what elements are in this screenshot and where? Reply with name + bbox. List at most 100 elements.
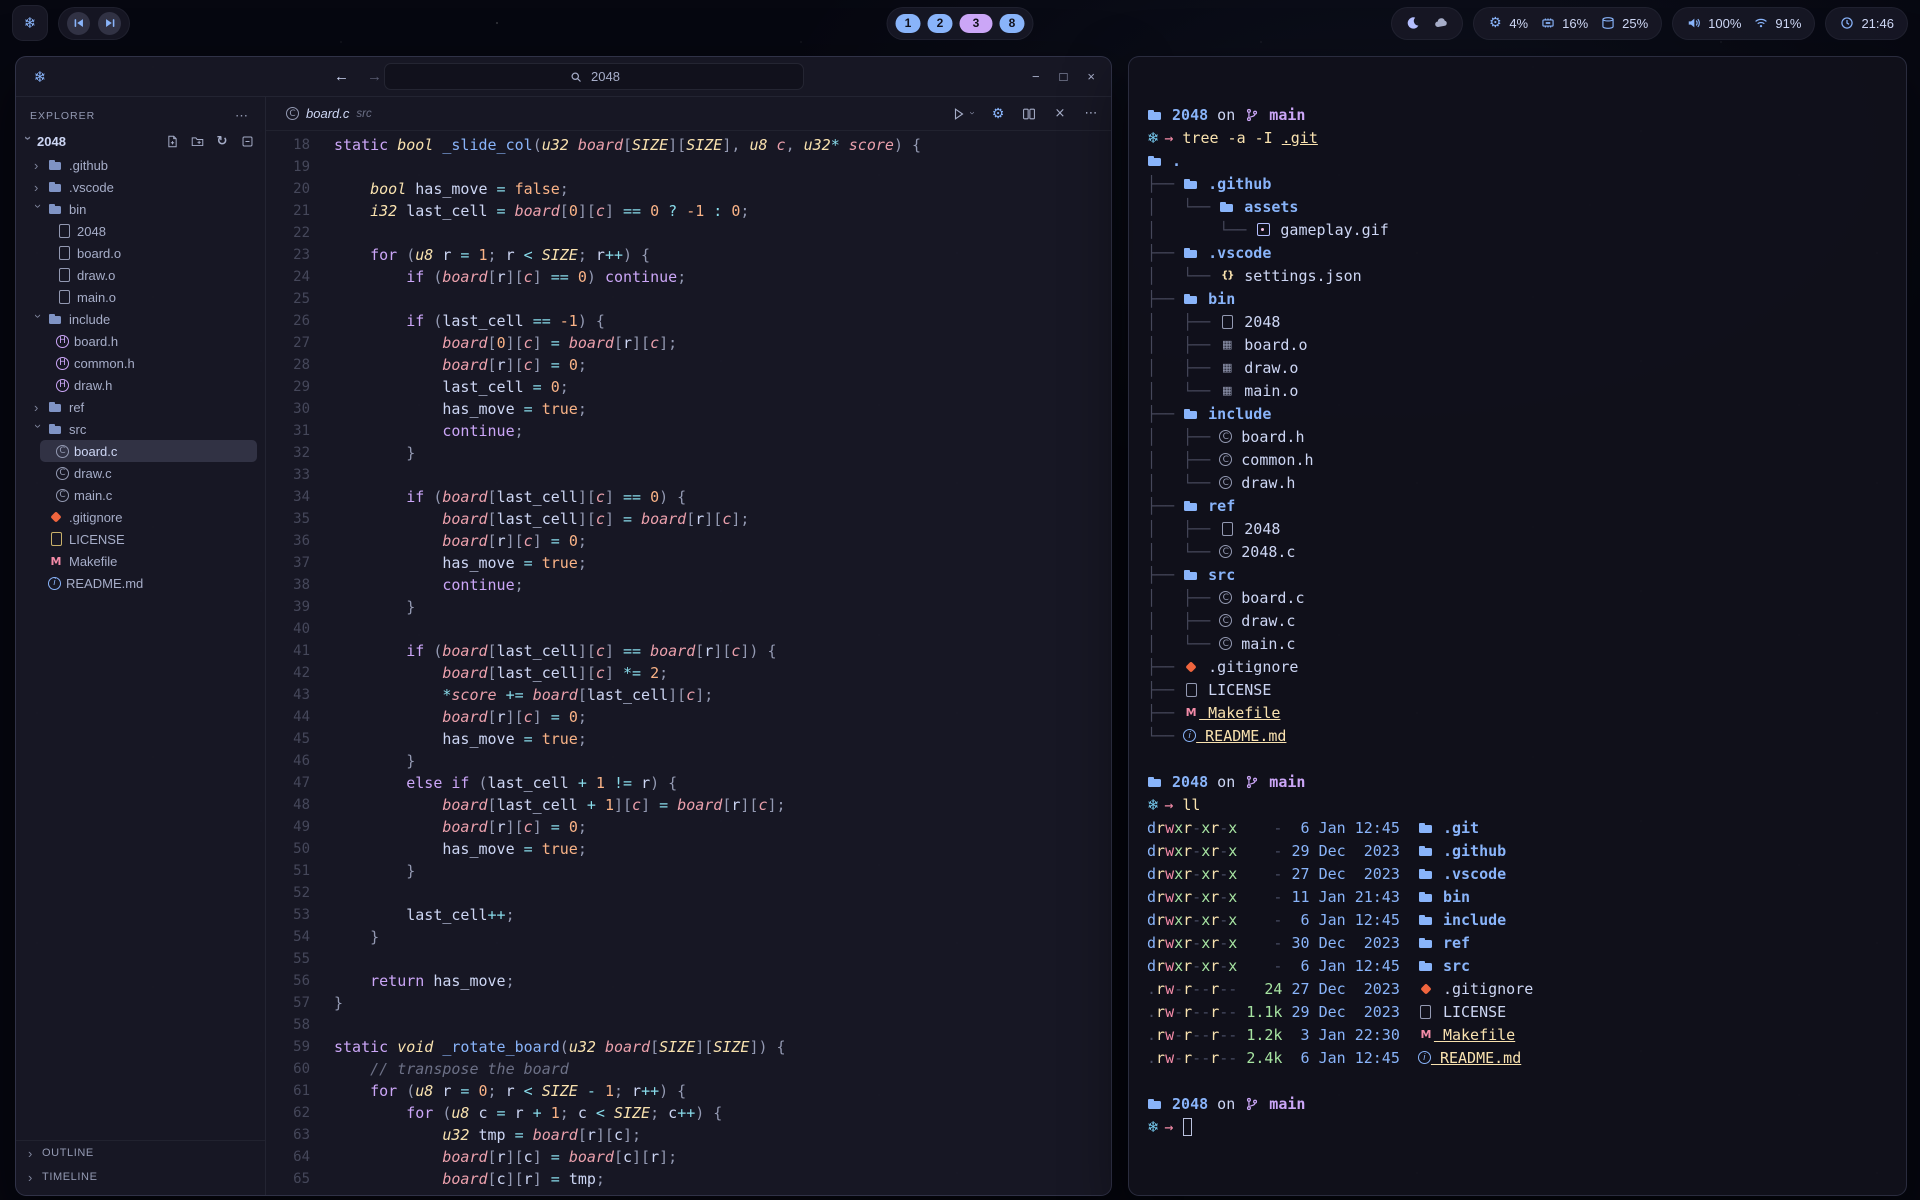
editor-body: EXPLORER ⋯ › 2048 ↻ ›.github›.vscode›bin…: [16, 97, 1111, 1195]
line-number: 28: [266, 357, 310, 373]
folder-icon: [1183, 291, 1199, 307]
clock-widget[interactable]: 21:46: [1825, 7, 1908, 40]
explorer-item-include[interactable]: ›include: [16, 308, 265, 330]
workspace-2-button[interactable]: 2: [928, 14, 953, 33]
top-bar: ❄ 1238 ⚙4%16%25% 100%91% 21:46: [0, 0, 1920, 46]
hfile-icon: H: [56, 379, 69, 392]
collapse-folders-button[interactable]: [239, 133, 255, 149]
binary-icon: ▦: [1219, 383, 1235, 399]
line-number: 58: [266, 1017, 310, 1033]
close-button[interactable]: ×: [1087, 69, 1095, 84]
line-number: 20: [266, 181, 310, 197]
explorer-item-.github[interactable]: ›.github: [16, 154, 265, 176]
section-outline[interactable]: ›OUTLINE: [16, 1141, 265, 1165]
line-number: 45: [266, 731, 310, 747]
chevron-right-icon: ›: [34, 181, 43, 194]
explorer-item-draw.c[interactable]: Cdraw.c: [16, 462, 265, 484]
back-arrow-button[interactable]: ←: [334, 68, 349, 85]
explorer-item-LICENSE[interactable]: ›LICENSE: [16, 528, 265, 550]
terminal-cursor: [1183, 1118, 1192, 1136]
file-label: ref: [69, 400, 84, 415]
snow-icon: ❄: [32, 69, 48, 85]
run-code-button[interactable]: ›: [951, 106, 975, 122]
system-stats-widget[interactable]: ⚙4%16%25%: [1473, 7, 1662, 40]
terminal-line: drwxr-xr-x - 6 Jan 12:45 .git: [1147, 816, 1888, 839]
line-number: 27: [266, 335, 310, 351]
split-editor-button[interactable]: [1021, 106, 1037, 122]
explorer-item-board.c[interactable]: Cboard.c: [40, 440, 257, 462]
weather-widget[interactable]: [1391, 7, 1463, 40]
explorer-footer: ›OUTLINE›TIMELINE: [16, 1140, 265, 1195]
section-timeline[interactable]: ›TIMELINE: [16, 1165, 265, 1189]
line-number: 29: [266, 379, 310, 395]
more-actions-button[interactable]: ⋯: [1083, 106, 1099, 122]
terminal-line: ❄ → tree -a -I .git: [1147, 126, 1888, 149]
code-line-54: 54 }: [266, 926, 1111, 948]
explorer-item-2048[interactable]: 2048: [16, 220, 265, 242]
close-icon: ×: [1052, 106, 1068, 122]
code-line-35: 35 board[last_cell][c] = board[r][c];: [266, 508, 1111, 530]
explorer-item-draw.o[interactable]: draw.o: [16, 264, 265, 286]
line-number: 65: [266, 1171, 310, 1187]
folder-icon: [1418, 820, 1434, 836]
terminal-line: drwxr-xr-x - 6 Jan 12:45 src: [1147, 954, 1888, 977]
file-label: board.h: [74, 334, 118, 349]
launcher-button[interactable]: ❄: [12, 5, 48, 41]
new-folder-button[interactable]: [189, 133, 205, 149]
explorer-item-common.h[interactable]: Hcommon.h: [16, 352, 265, 374]
close-editor-button[interactable]: ×: [1052, 106, 1068, 122]
explorer-item-board.h[interactable]: Hboard.h: [16, 330, 265, 352]
explorer-item-.gitignore[interactable]: ›.gitignore: [16, 506, 265, 528]
refresh-button[interactable]: ↻: [214, 133, 230, 149]
code-line-26: 26 if (last_cell == -1) {: [266, 310, 1111, 332]
workspace-1-button[interactable]: 1: [896, 14, 921, 33]
forward-arrow-button[interactable]: →: [367, 68, 382, 85]
explorer-item-bin[interactable]: ›bin: [16, 198, 265, 220]
workspace-3-button[interactable]: 3: [960, 14, 993, 33]
explorer-more-icon[interactable]: ⋯: [235, 108, 249, 124]
terminal-line: │ ├── ▦ draw.o: [1147, 356, 1888, 379]
explorer-item-README.md[interactable]: ›iREADME.md: [16, 572, 265, 594]
c-circle-icon: C: [1219, 453, 1232, 466]
code-line-50: 50 has_move = true;: [266, 838, 1111, 860]
code-line-51: 51 }: [266, 860, 1111, 882]
media-next-button[interactable]: [98, 12, 121, 35]
tab-board-c[interactable]: C board.c src: [278, 97, 380, 130]
root-folder-label: 2048: [37, 134, 66, 149]
file-label: main.o: [77, 290, 116, 305]
code-line-34: 34 if (board[last_cell][c] == 0) {: [266, 486, 1111, 508]
code-editor[interactable]: 18static bool _slide_col(u32 board[SIZE]…: [266, 131, 1111, 1195]
explorer-panel: EXPLORER ⋯ › 2048 ↻ ›.github›.vscode›bin…: [16, 97, 266, 1195]
maximize-button[interactable]: □: [1060, 69, 1068, 84]
explorer-root-folder[interactable]: › 2048 ↻: [16, 129, 265, 153]
explorer-item-board.o[interactable]: board.o: [16, 242, 265, 264]
code-line-29: 29 last_cell = 0;: [266, 376, 1111, 398]
terminal-line: │ └── gameplay.gif: [1147, 218, 1888, 241]
search-box[interactable]: 2048: [384, 63, 804, 90]
explorer-item-main.o[interactable]: main.o: [16, 286, 265, 308]
explorer-item-draw.h[interactable]: Hdraw.h: [16, 374, 265, 396]
line-number: 62: [266, 1105, 310, 1121]
terminal-window[interactable]: 2048 on main❄ → tree -a -I .git .├── .gi…: [1128, 56, 1907, 1196]
new-file-button[interactable]: [164, 133, 180, 149]
code-line-36: 36 board[r][c] = 0;: [266, 530, 1111, 552]
line-number: 42: [266, 665, 310, 681]
line-number: 33: [266, 467, 310, 483]
explorer-item-src[interactable]: ›src: [16, 418, 265, 440]
file-label: Makefile: [69, 554, 117, 569]
explorer-item-Makefile[interactable]: ›MMakefile: [16, 550, 265, 572]
explorer-item-.vscode[interactable]: ›.vscode: [16, 176, 265, 198]
make-icon: M: [1183, 705, 1199, 721]
settings-button[interactable]: ⚙: [990, 106, 1006, 122]
workspace-8-button[interactable]: 8: [1000, 14, 1025, 33]
folder-icon: [1183, 406, 1199, 422]
explorer-item-main.c[interactable]: Cmain.c: [16, 484, 265, 506]
line-number: 60: [266, 1061, 310, 1077]
chevron-down-icon: ›: [32, 204, 45, 213]
media-prev-button[interactable]: [67, 12, 90, 35]
minimize-button[interactable]: −: [1032, 69, 1040, 84]
volume-network-widget[interactable]: 100%91%: [1672, 7, 1815, 40]
volume-value: 100%: [1708, 16, 1741, 31]
folder-icon: [1147, 1096, 1163, 1112]
explorer-item-ref[interactable]: ›ref: [16, 396, 265, 418]
